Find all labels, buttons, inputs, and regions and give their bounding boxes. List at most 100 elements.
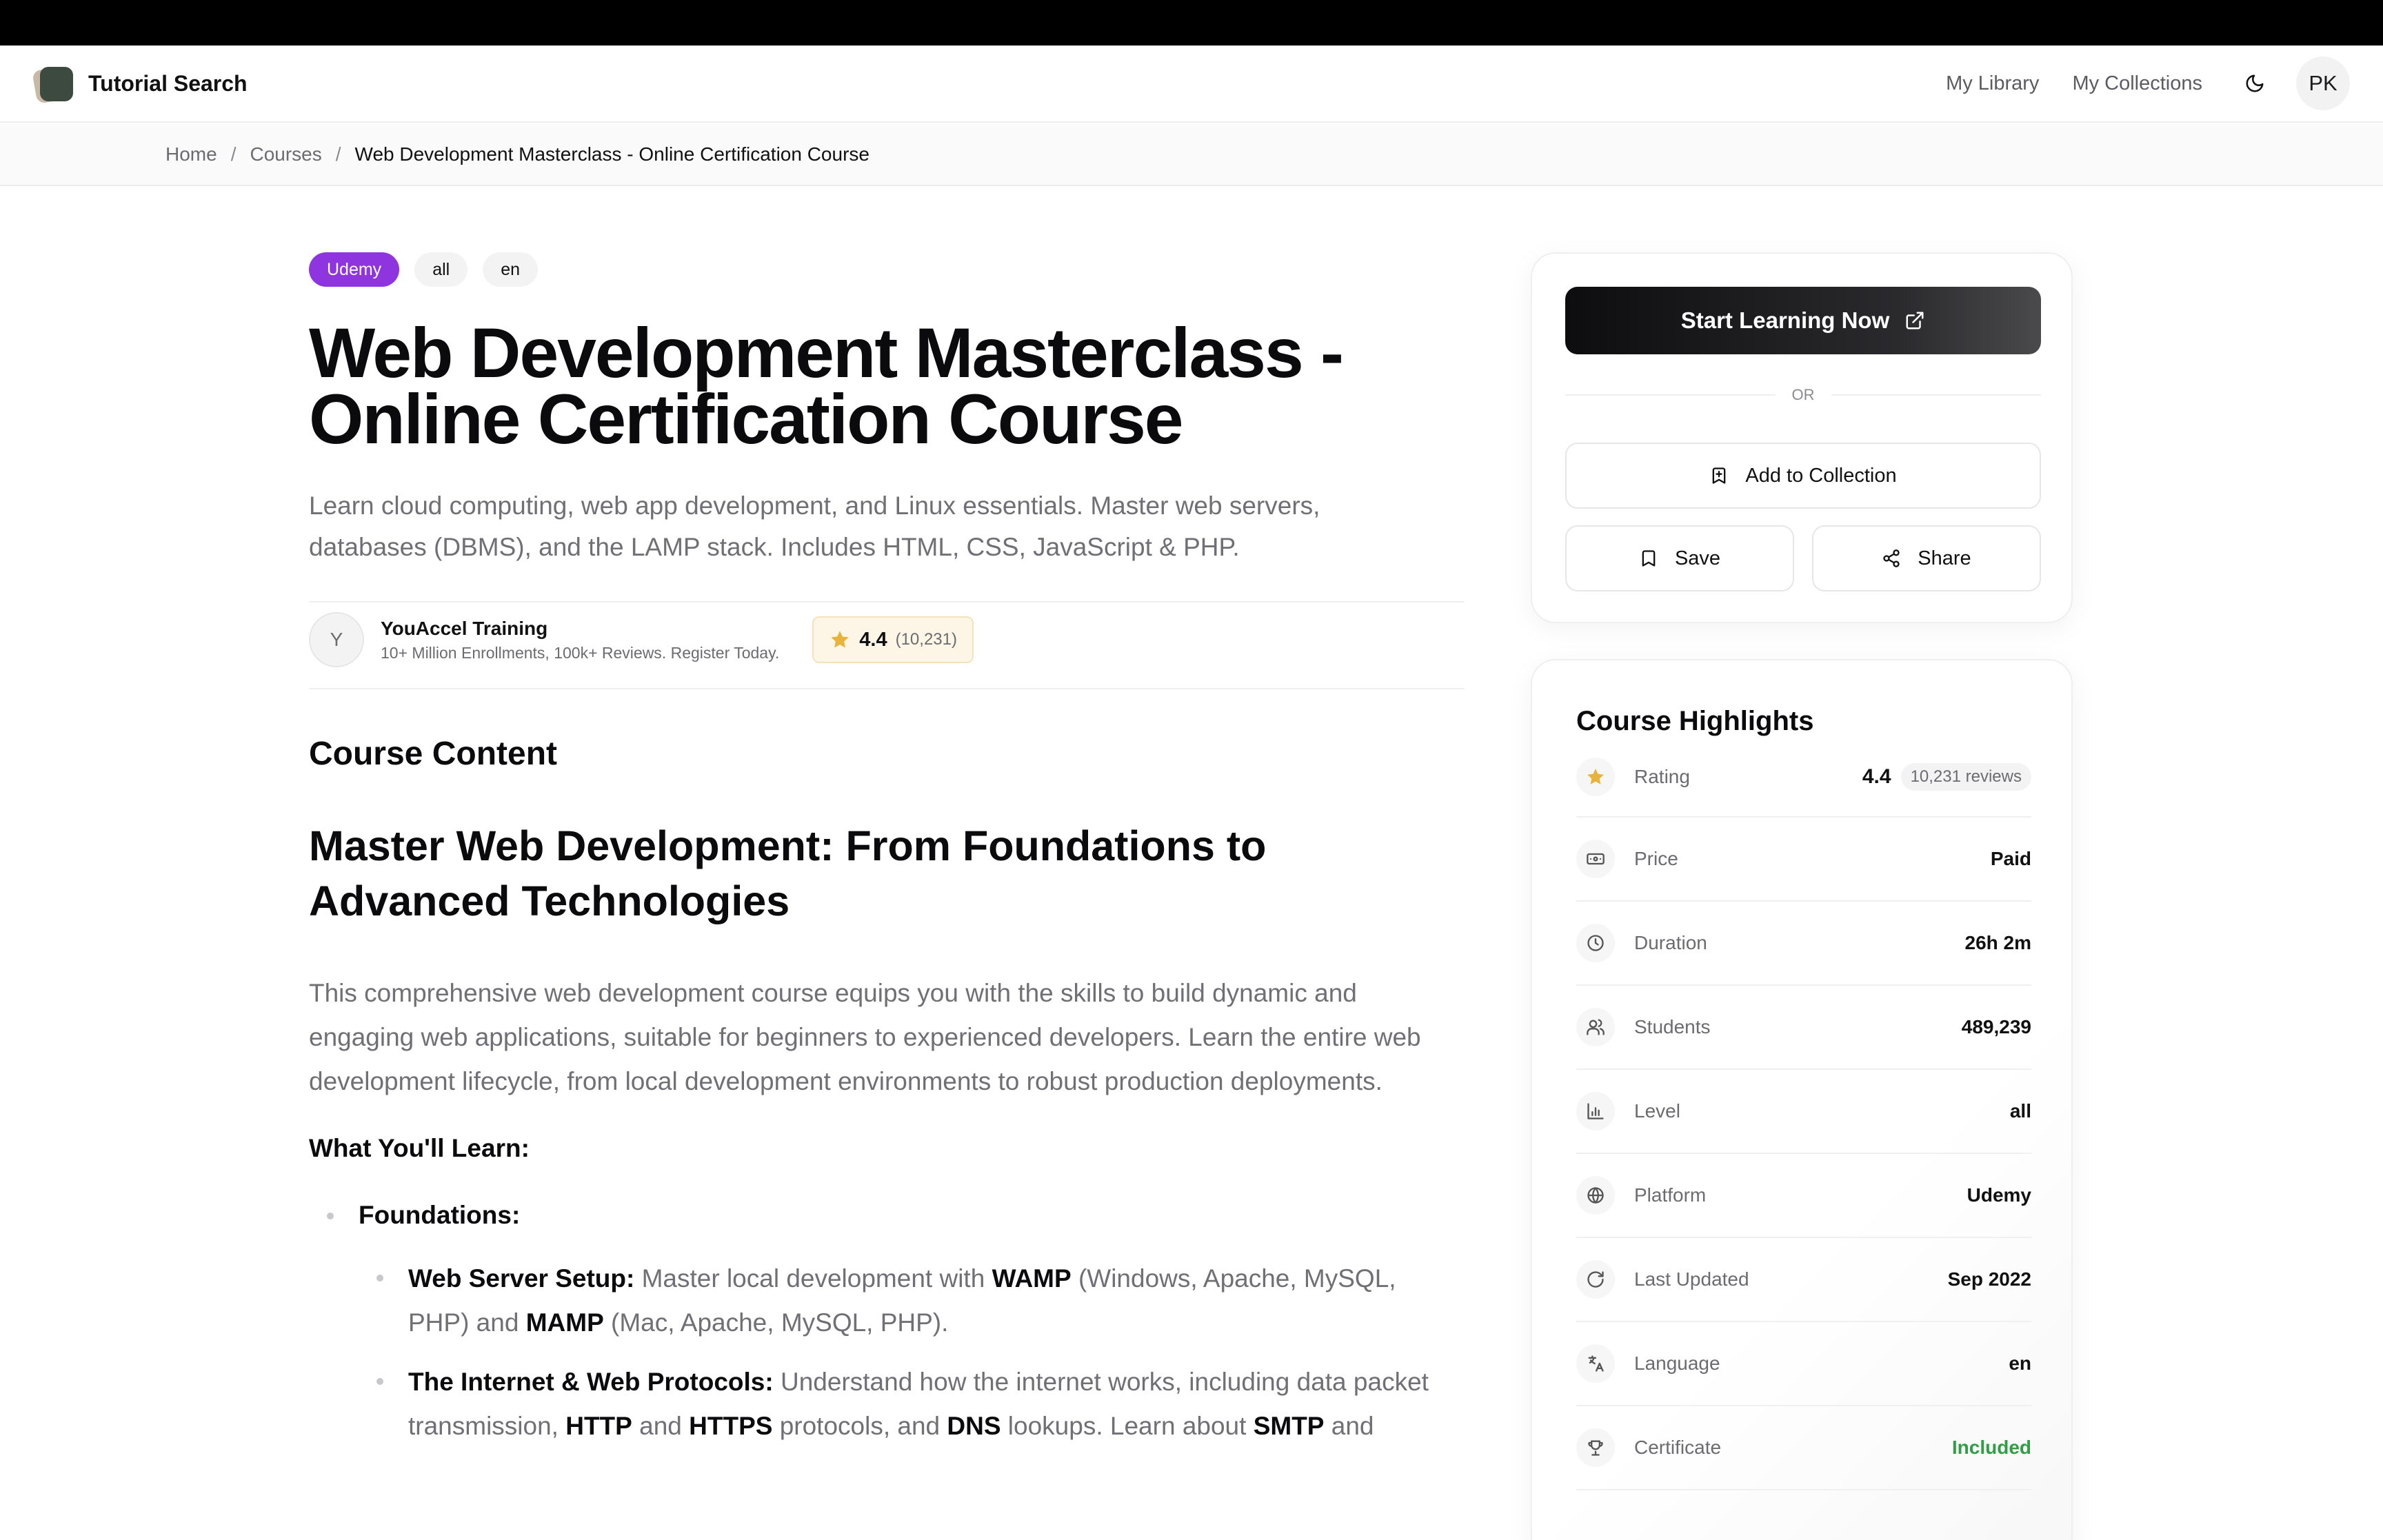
add-to-collection-label: Add to Collection <box>1745 464 1897 487</box>
star-icon <box>1576 758 1615 796</box>
share-button[interactable]: Share <box>1812 525 2041 591</box>
list-item-label: Foundations: <box>359 1201 521 1229</box>
instructor-avatar: Y <box>309 612 364 667</box>
nav-my-collections[interactable]: My Collections <box>2072 72 2202 95</box>
translate-icon <box>1576 1344 1615 1383</box>
tag-language: en <box>483 252 539 287</box>
rating-count: (10,231) <box>895 630 957 649</box>
highlight-value: en <box>2009 1352 2031 1374</box>
clock-icon <box>1576 924 1615 962</box>
highlight-label: Language <box>1634 1352 1720 1374</box>
list-item: The Internet & Web Protocols: Understand… <box>376 1360 1465 1448</box>
refresh-icon <box>1576 1260 1615 1299</box>
or-label: OR <box>1791 386 1815 403</box>
breadcrumb-home[interactable]: Home <box>165 143 217 165</box>
share-icon <box>1882 549 1901 568</box>
app-logo <box>32 64 74 104</box>
breadcrumb-current: Web Development Masterclass - Online Cer… <box>354 143 869 165</box>
highlight-value: Paid <box>1990 848 2031 869</box>
content-heading: Master Web Development: From Foundations… <box>309 822 1267 924</box>
highlight-label: Rating <box>1634 766 1690 787</box>
highlights-title: Course Highlights <box>1576 706 1814 736</box>
bar-chart-icon <box>1576 1092 1615 1131</box>
instructor-row: Y YouAccel Training 10+ Million Enrollme… <box>309 602 1465 688</box>
highlight-value: 489,239 <box>1961 1016 2031 1037</box>
list-item: Web Server Setup: Master local developme… <box>376 1257 1465 1345</box>
moon-icon[interactable] <box>2241 70 2269 97</box>
banknote-icon <box>1576 840 1615 878</box>
rating-badge: 4.4 (10,231) <box>812 616 974 663</box>
star-icon <box>829 629 851 651</box>
highlight-rating: Rating 4.4 10,231 reviews <box>1576 738 2031 818</box>
trophy-icon <box>1576 1428 1615 1467</box>
breadcrumb-courses[interactable]: Courses <box>250 143 321 165</box>
highlight-label: Price <box>1634 848 1678 869</box>
action-card: Start Learning Now OR Add to Collection … <box>1531 252 2073 623</box>
globe-icon <box>1576 1176 1615 1215</box>
course-subtitle: Learn cloud computing, web app developme… <box>309 492 1320 561</box>
start-learning-label: Start Learning Now <box>1680 307 1890 333</box>
app-name: Tutorial Search <box>88 70 248 96</box>
instructor-info: YouAccel Training 10+ Million Enrollment… <box>381 618 779 662</box>
save-label: Save <box>1674 547 1721 569</box>
list-item-text: Web Server Setup: Master local developme… <box>408 1264 1396 1337</box>
highlights-list: Rating 4.4 10,231 reviews Price Paid Dur… <box>1576 738 2031 1490</box>
sub-list: Web Server Setup: Master local developme… <box>309 1257 1465 1448</box>
rating-value: 4.4 <box>859 628 887 651</box>
highlight-value: 26h 2m <box>1964 932 2032 953</box>
instructor-tagline: 10+ Million Enrollments, 100k+ Reviews. … <box>381 643 780 662</box>
users-icon <box>1576 1008 1615 1046</box>
highlight-price: Price Paid <box>1576 818 2031 902</box>
highlight-label: Students <box>1634 1016 1711 1037</box>
divider <box>309 688 1465 689</box>
external-link-icon <box>1904 310 1925 331</box>
list-item-text: The Internet & Web Protocols: Understand… <box>408 1368 1429 1440</box>
learn-heading: What You'll Learn: <box>309 1134 530 1162</box>
or-divider: OR <box>1565 385 2041 405</box>
highlight-certificate: Certificate Included <box>1576 1406 2031 1490</box>
highlight-label: Duration <box>1634 932 1707 953</box>
site-header: Tutorial Search My Library My Collection… <box>0 45 2383 123</box>
highlight-value: all <box>2009 1100 2031 1122</box>
highlight-label: Level <box>1634 1100 1680 1122</box>
course-highlights-card: Course Highlights Rating 4.4 10,231 revi… <box>1531 659 2073 1540</box>
highlight-last-updated: Last Updated Sep 2022 <box>1576 1238 2031 1322</box>
course-tags: Udemy all en <box>309 252 1465 287</box>
tag-level: all <box>414 252 468 287</box>
breadcrumb-separator: / <box>335 143 341 165</box>
start-learning-button[interactable]: Start Learning Now <box>1565 287 2041 354</box>
content-intro: This comprehensive web development cours… <box>309 979 1421 1095</box>
breadcrumb-separator: / <box>230 143 237 165</box>
course-main: Udemy all en Web Development Masterclass… <box>309 252 1465 1463</box>
highlight-label: Platform <box>1634 1184 1707 1206</box>
window-top-bar <box>0 0 2383 45</box>
highlight-value: Sep 2022 <box>1947 1268 2031 1290</box>
highlight-language: Language en <box>1576 1322 2031 1406</box>
list-item: Foundations: <box>309 1195 1465 1236</box>
highlight-rating-value: 4.4 10,231 reviews <box>1862 763 2031 791</box>
share-label: Share <box>1918 547 1971 569</box>
reviews-count-badge: 10,231 reviews <box>1900 763 2031 791</box>
course-title: Web Development Masterclass - Online Cer… <box>309 314 1344 458</box>
tag-platform: Udemy <box>309 252 400 287</box>
nav-my-library[interactable]: My Library <box>1946 72 2039 95</box>
highlight-platform: Platform Udemy <box>1576 1154 2031 1238</box>
bookmark-icon <box>1639 549 1658 568</box>
highlight-label: Certificate <box>1634 1437 1722 1458</box>
course-content-heading: Course Content <box>309 736 557 772</box>
highlight-label: Last Updated <box>1634 1268 1749 1290</box>
highlight-value: Included <box>1951 1437 2031 1458</box>
top-nav: My Library My Collections PK <box>1946 57 2350 110</box>
highlight-duration: Duration 26h 2m <box>1576 902 2031 986</box>
highlight-value: Udemy <box>1967 1184 2031 1206</box>
save-button[interactable]: Save <box>1565 525 1794 591</box>
breadcrumb: Home / Courses / Web Development Masterc… <box>0 124 2383 186</box>
highlight-level: Level all <box>1576 1070 2031 1154</box>
user-avatar-button[interactable]: PK <box>2296 57 2350 110</box>
learn-list: Foundations: Web Server Setup: Master lo… <box>309 1195 1465 1448</box>
highlight-students: Students 489,239 <box>1576 986 2031 1070</box>
bookmark-plus-icon <box>1709 466 1729 485</box>
brand-link[interactable]: Tutorial Search <box>32 64 248 104</box>
add-to-collection-button[interactable]: Add to Collection <box>1565 443 2041 509</box>
instructor-name[interactable]: YouAccel Training <box>381 618 779 640</box>
